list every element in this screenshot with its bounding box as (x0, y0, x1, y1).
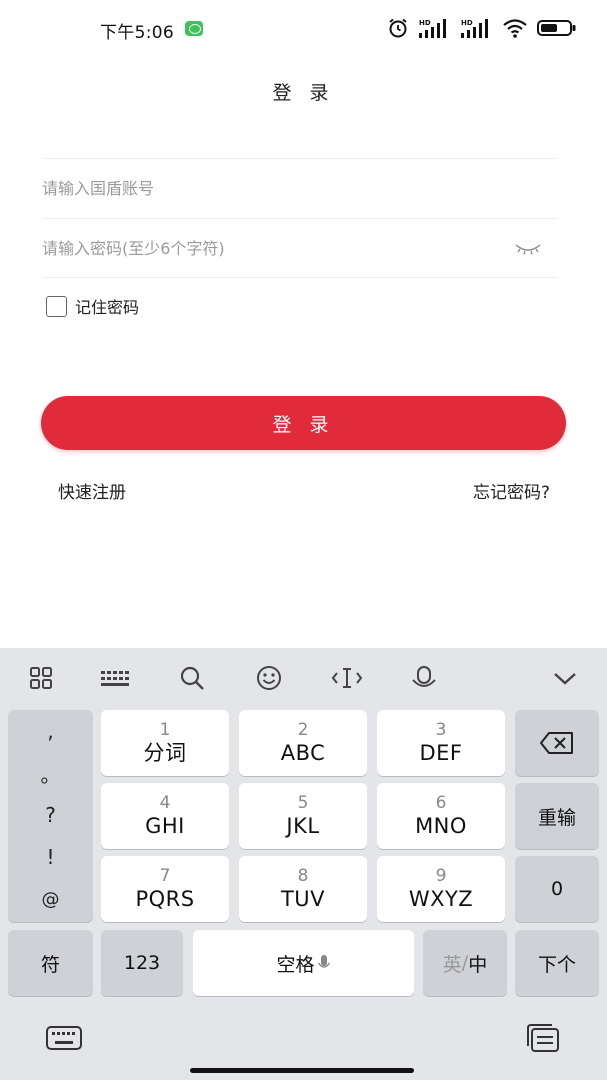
key-2[interactable]: 2 ABC (239, 710, 367, 776)
status-icons: HD HD (387, 17, 577, 39)
voice-icon[interactable] (410, 664, 438, 692)
search-icon[interactable] (178, 664, 206, 692)
keyboard-layout-icon[interactable] (100, 664, 130, 692)
apps-icon[interactable] (28, 664, 56, 692)
alarm-icon (389, 18, 407, 38)
page-title: 登 录 (272, 82, 335, 104)
key-label: PQRS (135, 887, 195, 911)
key-label: 分词 (143, 741, 187, 765)
key-number: 4 (159, 793, 171, 813)
key-7[interactable]: 7 PQRS (101, 856, 229, 922)
keyboard-switch-icon[interactable] (45, 1024, 83, 1052)
language-switch-key[interactable]: 英 / 中 (423, 930, 507, 996)
key-label: ABC (280, 741, 326, 765)
key-label: GHI (145, 814, 185, 838)
remember-password[interactable]: 记住密码 (46, 294, 139, 318)
key-label: TUV (280, 887, 326, 911)
reinput-label: 重输 (537, 806, 576, 829)
numbers-key[interactable]: 123 (101, 930, 183, 996)
space-label: 空格 (276, 953, 315, 976)
remember-checkbox[interactable] (46, 295, 67, 317)
backspace-key[interactable] (515, 710, 599, 776)
key-5[interactable]: 5 JKL (239, 783, 367, 849)
keyboard-toolbar (0, 648, 607, 706)
key-4[interactable]: 4 GHI (101, 783, 229, 849)
key-number: 7 (159, 866, 171, 886)
next-label: 下个 (537, 953, 576, 976)
next-key[interactable]: 下个 (515, 930, 599, 996)
symbols-key[interactable]: 符 (8, 930, 93, 996)
key-label: DEF (419, 741, 463, 765)
numbers-label: 123 (123, 952, 161, 974)
mic-icon (317, 955, 330, 968)
space-key[interactable]: 空格 (193, 930, 414, 996)
key-number: 1 (159, 720, 171, 740)
key-number: 8 (297, 866, 309, 886)
forgot-password-link[interactable]: 忘记密码? (473, 478, 550, 503)
key-number: 9 (435, 866, 447, 886)
emoji-icon[interactable] (255, 664, 283, 692)
key-number: 2 (297, 720, 309, 740)
symbols-label: 符 (40, 953, 60, 976)
account-field-row (42, 158, 558, 218)
punct-comma-key[interactable]: , (8, 710, 93, 752)
key-1[interactable]: 1 分词 (101, 710, 229, 776)
cursor-icon[interactable] (331, 664, 363, 692)
account-input[interactable] (42, 179, 558, 198)
key-label: MNO (415, 814, 467, 838)
eye-closed-icon[interactable] (514, 242, 542, 256)
login-button[interactable]: 登 录 (41, 396, 566, 450)
remember-label: 记住密码 (75, 298, 140, 317)
key-number: 3 (435, 720, 447, 740)
status-bar: 下午5:06 HD HD (0, 0, 607, 58)
punct-period-key[interactable]: 。 (8, 752, 93, 794)
key-6[interactable]: 6 MNO (377, 783, 505, 849)
battery-icon (537, 20, 576, 36)
hd-signal-icon: HD (419, 19, 446, 38)
key-3[interactable]: 3 DEF (377, 710, 505, 776)
status-time: 下午5:06 (100, 23, 174, 43)
key-8[interactable]: 8 TUV (239, 856, 367, 922)
clipboard-icon[interactable] (525, 1022, 561, 1054)
wechat-icon (185, 21, 203, 36)
key-number: 6 (435, 793, 447, 813)
lang-en-label: 英 (442, 953, 462, 976)
svg-text:HD: HD (419, 19, 431, 27)
login-form (42, 158, 558, 278)
key-number: 5 (297, 793, 309, 813)
home-indicator (190, 1068, 414, 1073)
password-field-row (42, 218, 558, 278)
key-9[interactable]: 9 WXYZ (377, 856, 505, 922)
svg-text:HD: HD (461, 19, 473, 27)
key-label: WXYZ (408, 887, 474, 911)
punct-at-key[interactable]: @ (8, 878, 93, 920)
reinput-key[interactable]: 重输 (515, 783, 599, 849)
password-input[interactable] (42, 238, 558, 258)
backspace-icon (540, 732, 573, 754)
punctuation-column: , 。 ? ! @ (8, 710, 93, 922)
collapse-icon[interactable] (551, 664, 579, 692)
register-link[interactable]: 快速注册 (58, 478, 126, 503)
hd-signal-icon: HD (461, 19, 488, 38)
punct-question-key[interactable]: ? (8, 794, 93, 836)
zero-label: 0 (550, 878, 564, 900)
wifi-icon (503, 19, 527, 38)
key-0[interactable]: 0 (515, 856, 599, 922)
lang-zh-label: 中 (468, 953, 488, 976)
punct-exclaim-key[interactable]: ! (8, 836, 93, 878)
key-label: JKL (286, 814, 320, 838)
